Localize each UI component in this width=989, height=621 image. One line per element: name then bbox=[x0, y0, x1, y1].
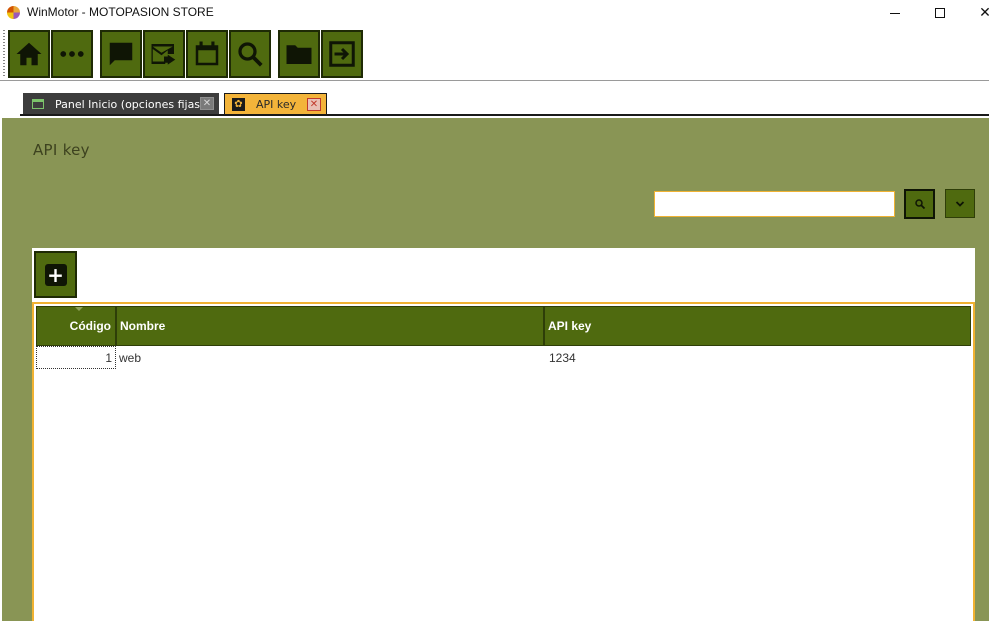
tab-api-key[interactable]: ✿ API key ✕ bbox=[224, 93, 327, 115]
tab-close-icon[interactable]: ✕ bbox=[307, 98, 321, 111]
toolbar-grip[interactable] bbox=[3, 30, 5, 78]
chevron-down-icon bbox=[955, 200, 965, 207]
close-icon: ✕ bbox=[979, 5, 989, 21]
close-button[interactable]: ✕ bbox=[962, 0, 989, 26]
column-header-nombre[interactable]: Nombre bbox=[117, 307, 545, 345]
messages-button[interactable] bbox=[100, 30, 142, 78]
tab-label: API key bbox=[256, 98, 297, 111]
title-bar: WinMotor - MOTOPASION STORE ✕ bbox=[0, 0, 989, 26]
window-title: WinMotor - MOTOPASION STORE bbox=[27, 5, 214, 19]
more-button[interactable] bbox=[51, 30, 93, 78]
tab-strip: Panel Inicio (opciones fijas) ✕ ✿ API ke… bbox=[0, 82, 989, 117]
column-label: API key bbox=[548, 319, 592, 333]
search-icon bbox=[914, 199, 925, 210]
column-label: Nombre bbox=[120, 319, 166, 333]
main-toolbar bbox=[0, 26, 989, 81]
gear-icon: ✿ bbox=[232, 98, 245, 111]
list-panel: + Código Nombre API key 1 web 1234 bbox=[32, 248, 975, 621]
plus-icon: + bbox=[44, 263, 67, 286]
maximize-button[interactable] bbox=[917, 0, 963, 26]
chat-icon bbox=[109, 42, 133, 66]
tab-divider bbox=[20, 114, 989, 116]
content-area: API key + Código Nombre API key 1 web 12… bbox=[2, 118, 989, 621]
folder-icon bbox=[286, 45, 312, 64]
filter-dropdown-button[interactable] bbox=[945, 189, 975, 218]
column-header-api-key[interactable]: API key bbox=[545, 307, 970, 345]
search-button[interactable] bbox=[904, 189, 935, 219]
add-button[interactable]: + bbox=[34, 251, 77, 298]
calendar-button[interactable] bbox=[186, 30, 228, 78]
api-key-table: Código Nombre API key 1 web 1234 bbox=[32, 302, 975, 621]
mail-forward-icon bbox=[151, 44, 176, 65]
tab-label: Panel Inicio (opciones fijas) bbox=[55, 97, 205, 111]
column-label: Código bbox=[69, 319, 111, 333]
page-title: API key bbox=[33, 141, 90, 159]
more-icon bbox=[60, 51, 84, 57]
cell-api-key[interactable]: 1234 bbox=[544, 346, 971, 369]
exit-icon bbox=[329, 41, 355, 67]
column-header-codigo[interactable]: Código bbox=[37, 307, 117, 345]
app-logo-icon bbox=[7, 6, 20, 19]
table-row[interactable]: 1 web 1234 bbox=[36, 346, 971, 369]
search-icon bbox=[238, 42, 263, 67]
sort-indicator-icon bbox=[75, 307, 83, 311]
tab-panel-inicio[interactable]: Panel Inicio (opciones fijas) ✕ bbox=[23, 93, 219, 115]
minimize-icon bbox=[890, 12, 900, 14]
search-input[interactable] bbox=[654, 191, 895, 217]
home-button[interactable] bbox=[8, 30, 50, 78]
mail-forward-button[interactable] bbox=[143, 30, 185, 78]
exit-button[interactable] bbox=[321, 30, 363, 78]
cell-codigo[interactable]: 1 bbox=[36, 346, 116, 369]
table-header: Código Nombre API key bbox=[36, 306, 971, 346]
cell-nombre[interactable]: web bbox=[116, 346, 544, 369]
window-icon bbox=[32, 99, 44, 109]
folder-button[interactable] bbox=[278, 30, 320, 78]
tab-close-icon[interactable]: ✕ bbox=[200, 97, 214, 110]
calendar-icon bbox=[195, 41, 219, 66]
minimize-button[interactable] bbox=[872, 0, 918, 26]
search-toolbar-button[interactable] bbox=[229, 30, 271, 78]
home-icon bbox=[16, 42, 42, 66]
maximize-icon bbox=[935, 8, 945, 18]
